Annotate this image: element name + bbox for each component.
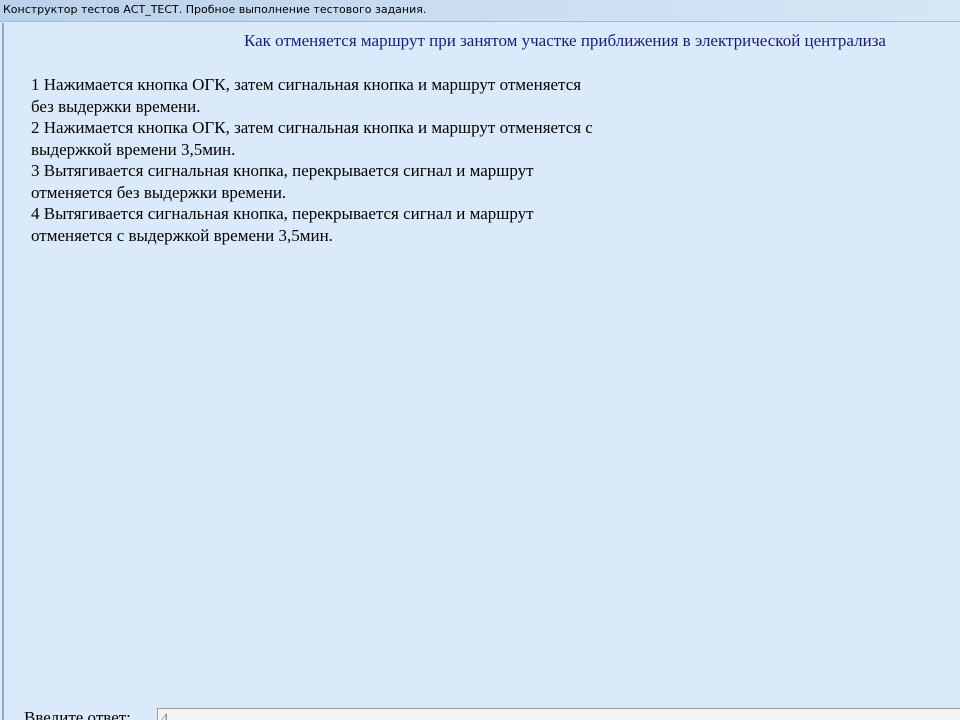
answer-option-3[interactable]: 3 Вытягивается сигнальная кнопка, перекр…: [31, 160, 671, 203]
answer-text: 4 Вытягивается сигнальная кнопка, перекр…: [31, 204, 534, 223]
answer-text: 1 Нажимается кнопка ОГК, затем сигнальна…: [31, 75, 582, 94]
answer-text: выдержкой времени 3,5мин.: [31, 139, 236, 159]
answer-text: 2 Нажимается кнопка ОГК, затем сигнальна…: [31, 118, 593, 137]
answer-option-2[interactable]: 2 Нажимается кнопка ОГК, затем сигнальна…: [31, 117, 671, 160]
window-titlebar[interactable]: Конструктор тестов АСТ_ТЕСТ. Пробное вып…: [0, 0, 960, 22]
answer-text: без выдержки времени.: [31, 96, 201, 116]
answer-input-label: Введите ответ:: [24, 708, 131, 720]
app-window: Конструктор тестов АСТ_ТЕСТ. Пробное вып…: [0, 0, 960, 720]
answer-text: отменяется без выдержки времени.: [31, 182, 287, 202]
window-title: Конструктор тестов АСТ_ТЕСТ. Пробное вып…: [3, 3, 427, 16]
answer-option-4[interactable]: 4 Вытягивается сигнальная кнопка, перекр…: [31, 203, 671, 246]
answer-text: 3 Вытягивается сигнальная кнопка, перекр…: [31, 161, 534, 180]
answer-option-1[interactable]: 1 Нажимается кнопка ОГК, затем сигнальна…: [31, 74, 671, 117]
answer-entry-bar: Введите ответ:: [4, 706, 960, 720]
answer-text: отменяется с выдержкой времени 3,5мин.: [31, 225, 333, 245]
answer-list: 1 Нажимается кнопка ОГК, затем сигнальна…: [31, 74, 671, 246]
answer-input[interactable]: [157, 708, 960, 720]
question-text: Как отменяется маршрут при занятом участ…: [244, 31, 886, 50]
test-content-area: Как отменяется маршрут при занятом участ…: [2, 23, 960, 720]
